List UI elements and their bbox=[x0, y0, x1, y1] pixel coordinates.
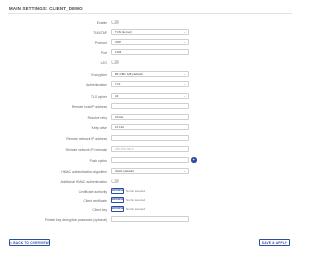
field-label: Client key bbox=[92, 207, 107, 212]
chevron-down-icon: ⌄ bbox=[183, 94, 186, 98]
select-dropdown[interactable]: BF-CBC 128 (default) ⌄ bbox=[111, 71, 189, 77]
form-row: Additional HMAC authentication bbox=[0, 178, 300, 185]
field-value: SHA1 (default) bbox=[115, 169, 134, 173]
select-dropdown[interactable]: UDP ⌄ bbox=[111, 39, 189, 45]
chevron-down-icon: ⌄ bbox=[183, 72, 186, 76]
chevron-down-icon: ⌄ bbox=[183, 169, 186, 173]
field-value: 255.255.255.0 bbox=[115, 147, 134, 151]
text-input[interactable]: 1194 bbox=[111, 49, 189, 55]
text-input[interactable] bbox=[111, 157, 189, 163]
field-label: Remote network IP address bbox=[66, 136, 107, 141]
field-value: BF-CBC 128 (default) bbox=[115, 72, 143, 76]
field-label: Encryption bbox=[91, 72, 107, 77]
text-input[interactable]: infinite bbox=[111, 114, 189, 120]
field-label: TLS cipher bbox=[91, 94, 107, 99]
form-row: Certificate authority BROWSE No file selec… bbox=[0, 188, 300, 195]
field-label: Protocol bbox=[94, 40, 107, 45]
form-row: Port 1194 bbox=[0, 49, 300, 56]
title-divider bbox=[8, 13, 292, 14]
text-input[interactable]: 255.255.255.0 bbox=[111, 146, 189, 152]
plus-icon[interactable]: + bbox=[191, 157, 197, 163]
form-row: Protocol UDP ⌄ bbox=[0, 39, 300, 46]
file-status: No file selected bbox=[126, 198, 146, 203]
form-row: Resolve retry infinite bbox=[0, 114, 300, 121]
field-label: Resolve retry bbox=[87, 115, 107, 120]
form-row: LZO bbox=[0, 59, 300, 66]
text-input[interactable] bbox=[111, 135, 189, 141]
browse-button[interactable]: BROWSE bbox=[111, 188, 124, 194]
chevron-down-icon: ⌄ bbox=[183, 30, 186, 34]
form-row: TUN/TAP TUN (tunnel) ⌄ bbox=[0, 29, 300, 36]
field-value: 10 120 bbox=[115, 125, 124, 129]
form-row: Private key decryption password (optiona… bbox=[0, 216, 300, 223]
page-title: MAIN SETTINGS: CLIENT_DEMO bbox=[9, 6, 83, 11]
back-to-overview-button[interactable]: < BACK TO OVERVIEW bbox=[9, 239, 50, 246]
browse-button[interactable]: BROWSE bbox=[111, 206, 124, 212]
form-row: Push option + bbox=[0, 157, 300, 164]
field-label: Port bbox=[100, 50, 107, 55]
field-label: TUN/TAP bbox=[93, 30, 107, 35]
field-label: LZO bbox=[100, 60, 107, 65]
field-label: Authentication bbox=[86, 82, 107, 87]
browse-button[interactable]: BROWSE bbox=[111, 197, 124, 203]
form-row: Authentication TLS ⌄ bbox=[0, 81, 300, 88]
select-dropdown[interactable]: All ⌄ bbox=[111, 93, 189, 99]
field-value: All bbox=[115, 94, 119, 98]
field-value: UDP bbox=[115, 40, 122, 44]
file-status: No file selected bbox=[126, 189, 146, 194]
form-row: Client certificate BROWSE No file selected bbox=[0, 197, 300, 204]
toggle-switch[interactable] bbox=[111, 19, 119, 24]
form-row: Encryption BF-CBC 128 (default) ⌄ bbox=[0, 71, 300, 78]
field-value: infinite bbox=[115, 115, 124, 119]
select-dropdown[interactable]: TUN (tunnel) ⌄ bbox=[111, 29, 189, 35]
toggle-switch[interactable] bbox=[111, 59, 119, 64]
select-dropdown[interactable]: TLS ⌄ bbox=[111, 81, 189, 87]
field-label: Push option bbox=[89, 158, 107, 163]
field-label: Keep alive bbox=[91, 125, 107, 130]
text-input[interactable]: 10 120 bbox=[111, 124, 189, 130]
field-value: 1194 bbox=[115, 50, 122, 54]
field-value: TLS bbox=[115, 82, 121, 86]
form-row: Keep alive 10 120 bbox=[0, 124, 300, 131]
form-row: Remote network IP address bbox=[0, 135, 300, 142]
form-row: Enable bbox=[0, 19, 300, 26]
field-label: HMAC authentication algorithm bbox=[61, 169, 107, 174]
form-row: HMAC authentication algorithm SHA1 (defau… bbox=[0, 168, 300, 175]
chevron-down-icon: ⌄ bbox=[183, 82, 186, 86]
save-apply-button[interactable]: SAVE & APPLY bbox=[259, 239, 290, 246]
field-label: Remote host/IP address bbox=[71, 104, 107, 109]
chevron-down-icon: ⌄ bbox=[183, 40, 186, 44]
field-label: Client certificate bbox=[83, 198, 107, 203]
form-row: Remote host/IP address bbox=[0, 103, 300, 110]
text-input[interactable] bbox=[111, 216, 189, 222]
form-row: TLS cipher All ⌄ bbox=[0, 93, 300, 100]
form-row: Remote network IP netmask 255.255.255.0 bbox=[0, 146, 300, 153]
field-label: Enable bbox=[96, 20, 107, 25]
toggle-switch[interactable] bbox=[111, 178, 119, 183]
select-dropdown[interactable]: SHA1 (default) ⌄ bbox=[111, 168, 189, 174]
file-status: No file selected bbox=[126, 207, 146, 212]
field-label: Private key decryption password (optiona… bbox=[44, 217, 107, 222]
field-label: Additional HMAC authentication bbox=[60, 179, 107, 184]
field-value: TUN (tunnel) bbox=[115, 30, 132, 34]
field-label: Certificate authority bbox=[78, 189, 107, 194]
text-input[interactable] bbox=[111, 103, 189, 109]
field-label: Remote network IP netmask bbox=[65, 147, 107, 152]
form-row: Client key BROWSE No file selected bbox=[0, 206, 300, 213]
